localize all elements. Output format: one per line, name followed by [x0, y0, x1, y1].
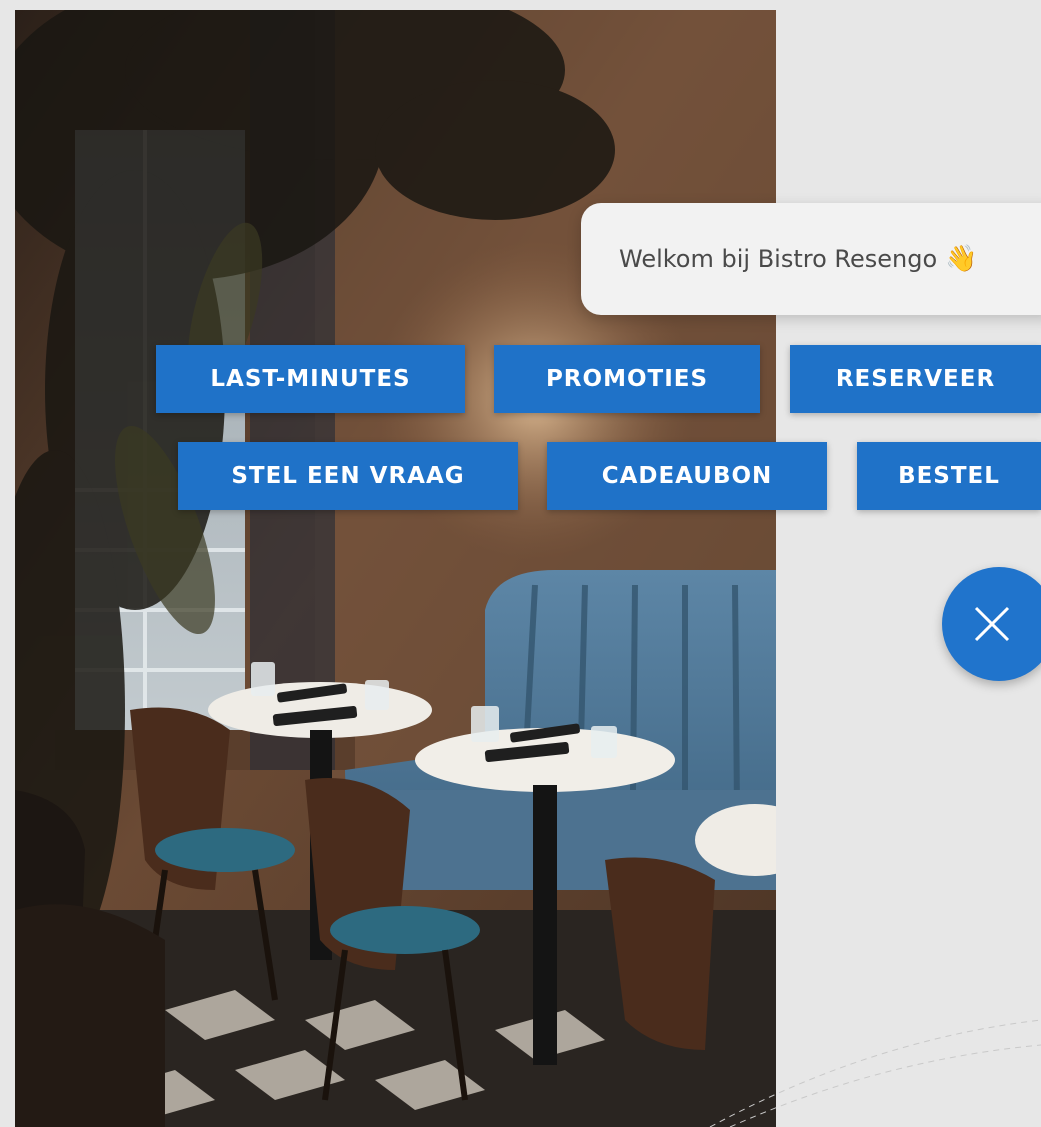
decorative-lines — [709, 1019, 1041, 1127]
restaurant-photo — [15, 10, 776, 1127]
cadeaubon-button[interactable]: CADEAUBON — [547, 442, 827, 510]
bestel-button[interactable]: BESTEL — [857, 442, 1041, 510]
waving-hand-icon: 👋 — [945, 244, 978, 274]
greeting-text: Welkom bij Bistro Resengo — [619, 245, 938, 273]
close-icon — [974, 606, 1010, 642]
promoties-button[interactable]: PROMOTIES — [494, 345, 760, 413]
last-minutes-button[interactable]: LAST-MINUTES — [156, 345, 465, 413]
reserveer-button[interactable]: RESERVEER — [790, 345, 1041, 413]
stel-een-vraag-button[interactable]: STEL EEN VRAAG — [178, 442, 518, 510]
close-chat-button[interactable] — [942, 567, 1041, 681]
greeting-bubble[interactable]: Welkom bij Bistro Resengo 👋 — [581, 203, 1041, 315]
